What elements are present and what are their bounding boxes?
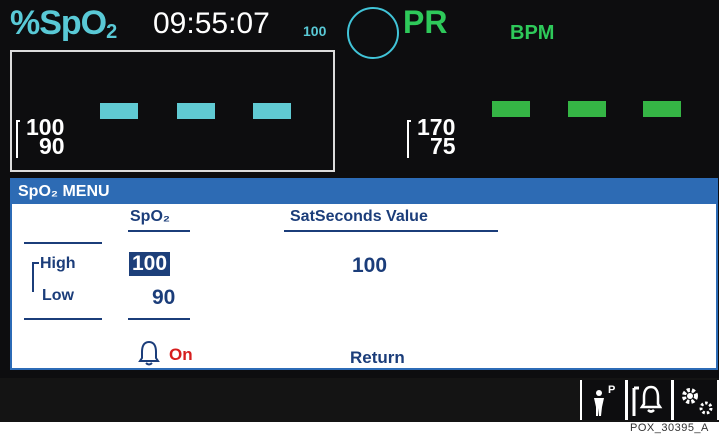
row-label-high: High <box>40 255 76 272</box>
header: %SpO2 09:55:07 100 PR BPM <box>0 0 719 59</box>
spo2-alarm-limits: 100 90 <box>16 116 65 158</box>
column-header-satseconds: SatSeconds Value <box>290 208 428 225</box>
divider <box>284 230 498 232</box>
pr-alarm-limits: 170 75 <box>407 116 456 158</box>
bottom-icon-group: P <box>580 380 719 420</box>
spo2-value-dash <box>253 103 291 119</box>
row-label-low: Low <box>42 287 74 304</box>
divider <box>128 230 190 232</box>
spo2-label-subscript: 2 <box>106 21 117 43</box>
limit-bracket <box>407 120 411 158</box>
spo2-menu: SpO₂ MENU SpO₂ SatSeconds Value High Low… <box>10 178 718 370</box>
monitor-screen: %SpO2 09:55:07 100 PR BPM 100 90 170 75 … <box>0 0 719 422</box>
settings-button[interactable] <box>674 380 717 420</box>
clock: 09:55:07 <box>153 7 270 40</box>
alarm-silence-icon <box>632 385 663 416</box>
divider <box>24 242 102 244</box>
limit-bracket <box>16 120 20 158</box>
pr-value-dash <box>492 101 530 117</box>
divider <box>128 318 190 320</box>
patient-icon <box>594 390 604 416</box>
patient-mode-letter: P <box>608 384 616 396</box>
bpm-unit-label: BPM <box>510 22 555 44</box>
return-button[interactable]: Return <box>350 348 405 368</box>
alarm-bell-icon <box>138 340 160 366</box>
limit-bracket <box>32 262 39 292</box>
spo2-value-dash <box>100 103 138 119</box>
spo2-parameter-label: %SpO2 <box>10 4 117 45</box>
settings-icon <box>682 388 713 415</box>
spo2-low-limit-value[interactable]: 90 <box>152 286 175 310</box>
alarm-silence-button[interactable] <box>628 380 671 420</box>
pr-parameter-label: PR <box>403 4 448 40</box>
spo2-value-dash <box>177 103 215 119</box>
column-header-spo2: SpO₂ <box>130 208 170 225</box>
figure-caption: POX_30395_A <box>630 422 709 434</box>
satseconds-indicator-circle <box>347 7 399 59</box>
spo2-high-limit-value[interactable]: 100 <box>129 252 171 276</box>
menu-title: SpO₂ MENU <box>12 180 716 204</box>
sat-small-value: 100 <box>303 23 327 39</box>
pr-value-dash <box>568 101 606 117</box>
alarm-state-toggle[interactable]: On <box>169 345 193 365</box>
patient-mode-button[interactable]: P <box>582 380 625 420</box>
spo2-label-text: %SpO <box>10 4 107 42</box>
pr-value-dash <box>643 101 681 117</box>
divider <box>24 318 102 320</box>
satseconds-value[interactable]: 100 <box>352 254 387 278</box>
